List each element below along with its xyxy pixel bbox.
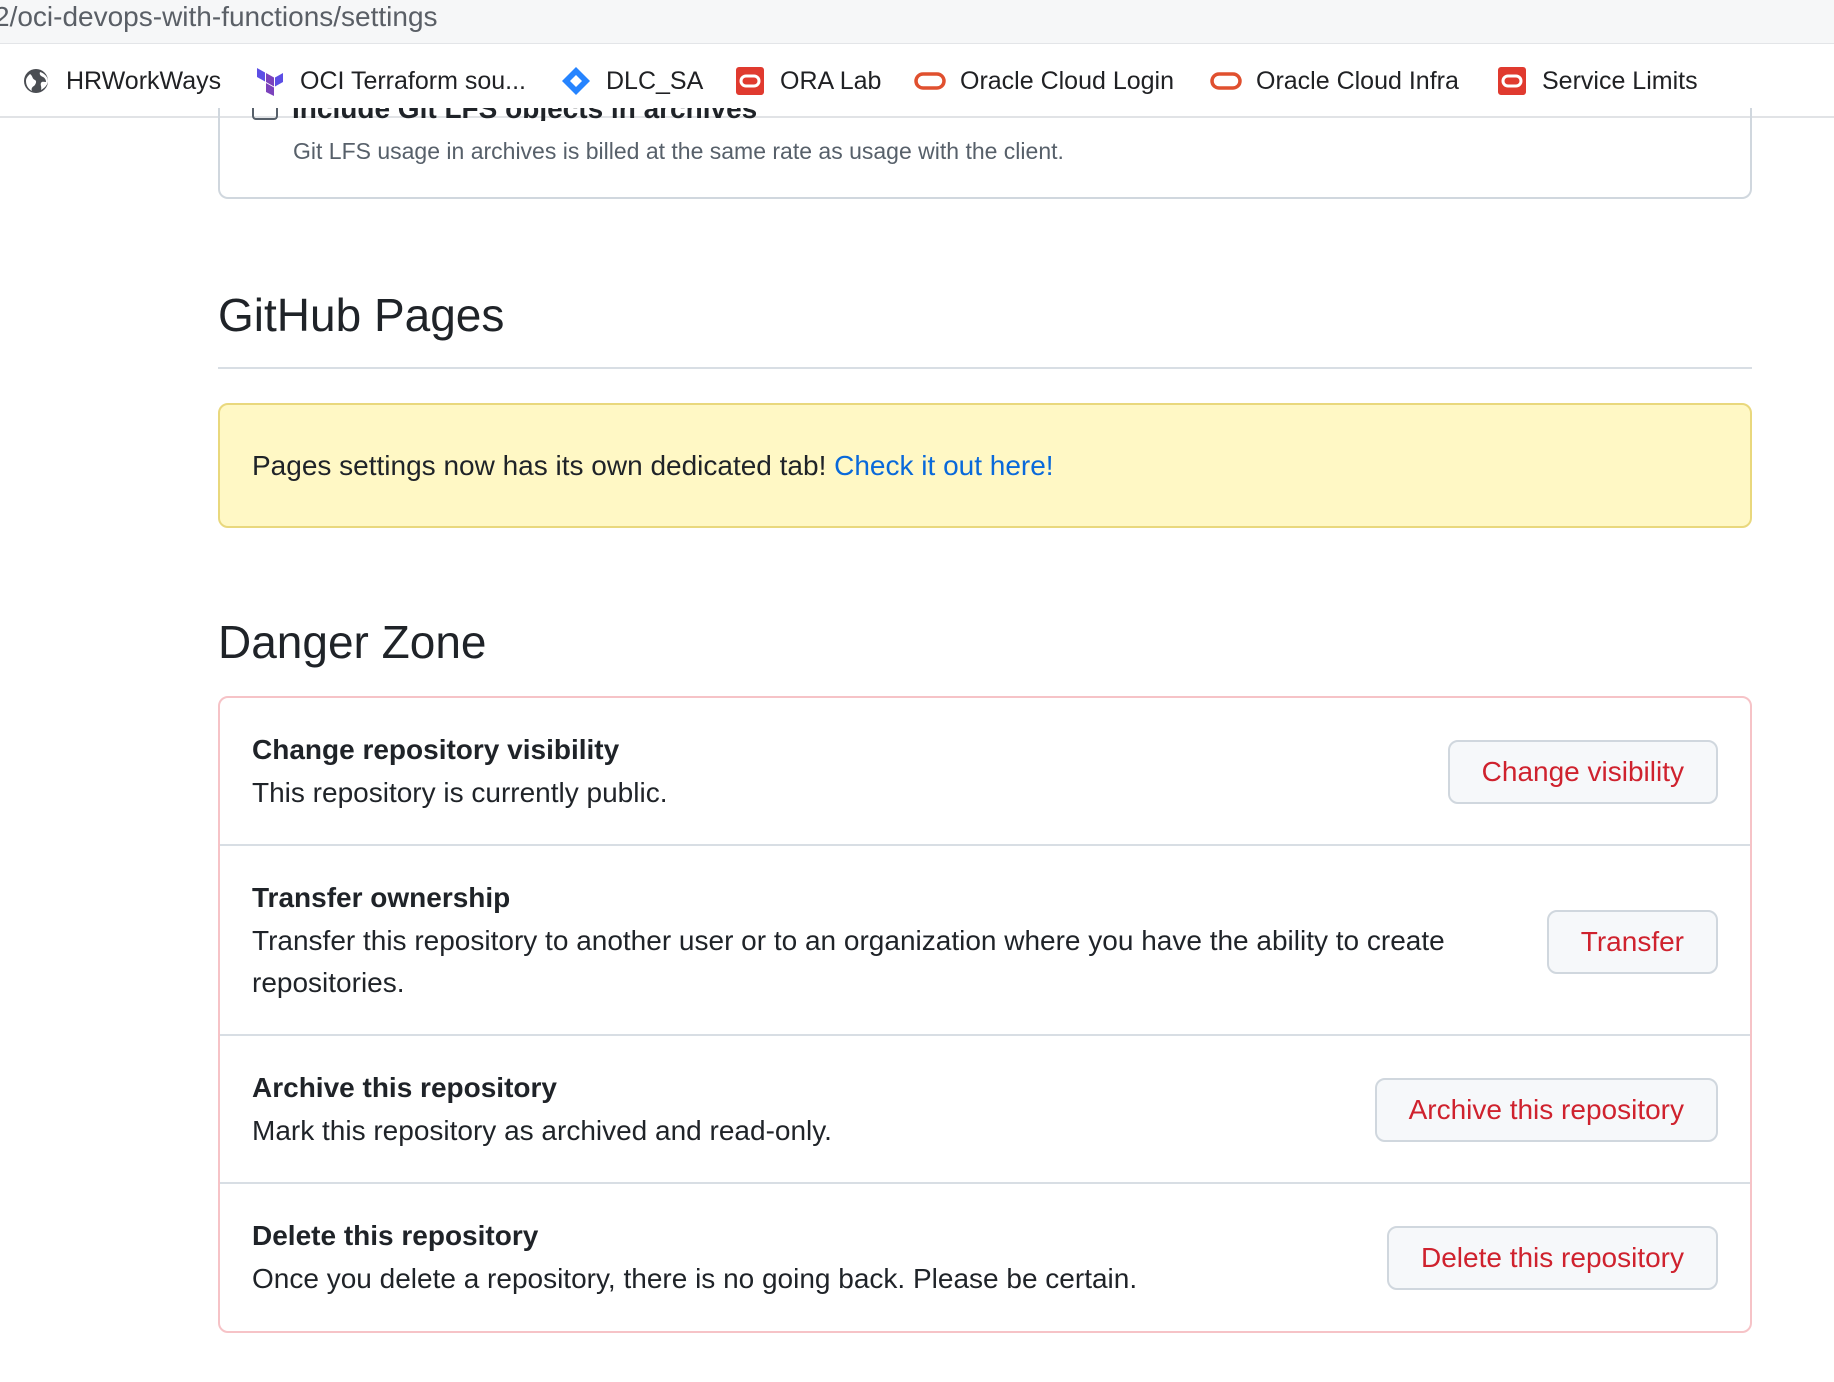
address-bar[interactable]: 2/oci-devops-with-functions/settings [0, 0, 1834, 44]
danger-item-title: Change repository visibility [252, 734, 620, 765]
change-visibility-button[interactable]: Change visibility [1447, 740, 1718, 804]
danger-item-desc: Once you delete a repository, there is n… [252, 1263, 1138, 1294]
bookmark-ora-lab[interactable]: ORA Lab [734, 44, 881, 118]
danger-item-title: Transfer ownership [252, 882, 511, 913]
bookmarks-bar: HRWorkWays OCI Terraform sou... DLC_SA O… [0, 44, 1834, 118]
danger-item-transfer: Transfer ownership Transfer this reposit… [220, 846, 1750, 1036]
oracle-ring-icon [914, 65, 946, 97]
danger-item-desc: Transfer this repository to another user… [252, 925, 1445, 998]
pages-tab-link[interactable]: Check it out here! [834, 450, 1053, 481]
lfs-archive-label: Include Git LFS objects in archives [292, 108, 757, 121]
github-pages-heading: GitHub Pages [218, 289, 505, 341]
url-text[interactable]: 2/oci-devops-with-functions/settings [0, 0, 438, 34]
bookmark-service-limits[interactable]: Service Limits [1496, 44, 1698, 118]
bookmark-label: Oracle Cloud Infra [1256, 66, 1459, 95]
danger-item-delete: Delete this repository Once you delete a… [220, 1184, 1750, 1331]
danger-zone-box: Change repository visibility This reposi… [218, 696, 1752, 1333]
archives-settings-box: Include Git LFS objects in archives Git … [218, 108, 1752, 199]
bookmark-label: Service Limits [1542, 66, 1698, 95]
transfer-button[interactable]: Transfer [1546, 910, 1718, 974]
bookmark-label: DLC_SA [606, 66, 704, 95]
archive-repository-button[interactable]: Archive this repository [1374, 1078, 1718, 1142]
delete-repository-button[interactable]: Delete this repository [1386, 1226, 1718, 1290]
bookmark-oracle-cloud-infra[interactable]: Oracle Cloud Infra [1210, 44, 1459, 118]
bookmark-oracle-cloud-login[interactable]: Oracle Cloud Login [914, 44, 1174, 118]
globe-icon [20, 65, 52, 97]
oracle-red-square-icon [1496, 65, 1528, 97]
danger-item-title: Delete this repository [252, 1220, 539, 1251]
bookmark-dlc-sa[interactable]: DLC_SA [560, 44, 703, 118]
bookmark-label: OCI Terraform sou... [300, 66, 526, 95]
oracle-ring-icon [1210, 65, 1242, 97]
pages-notice-text: Pages settings now has its own dedicated… [252, 450, 835, 481]
danger-zone-heading: Danger Zone [218, 616, 487, 668]
danger-item-title: Archive this repository [252, 1072, 557, 1103]
danger-item-desc: Mark this repository as archived and rea… [252, 1115, 832, 1146]
danger-item-archive: Archive this repository Mark this reposi… [220, 1036, 1750, 1184]
terraform-icon [254, 65, 286, 97]
bookmark-oci-terraform[interactable]: OCI Terraform sou... [254, 44, 526, 118]
bookmark-label: Oracle Cloud Login [960, 66, 1175, 95]
danger-item-visibility: Change repository visibility This reposi… [220, 698, 1750, 846]
oracle-red-square-icon [734, 65, 766, 97]
danger-item-desc: This repository is currently public. [252, 777, 668, 808]
lfs-archive-checkbox[interactable] [252, 108, 278, 120]
jira-diamond-icon [560, 65, 592, 97]
bookmark-label: HRWorkWays [66, 66, 222, 95]
lfs-archive-note: Git LFS usage in archives is billed at t… [293, 138, 1064, 164]
pages-notice: Pages settings now has its own dedicated… [218, 403, 1752, 528]
bookmark-hrworkways[interactable]: HRWorkWays [20, 44, 221, 118]
section-divider [218, 367, 1752, 369]
bookmark-label: ORA Lab [780, 66, 882, 95]
